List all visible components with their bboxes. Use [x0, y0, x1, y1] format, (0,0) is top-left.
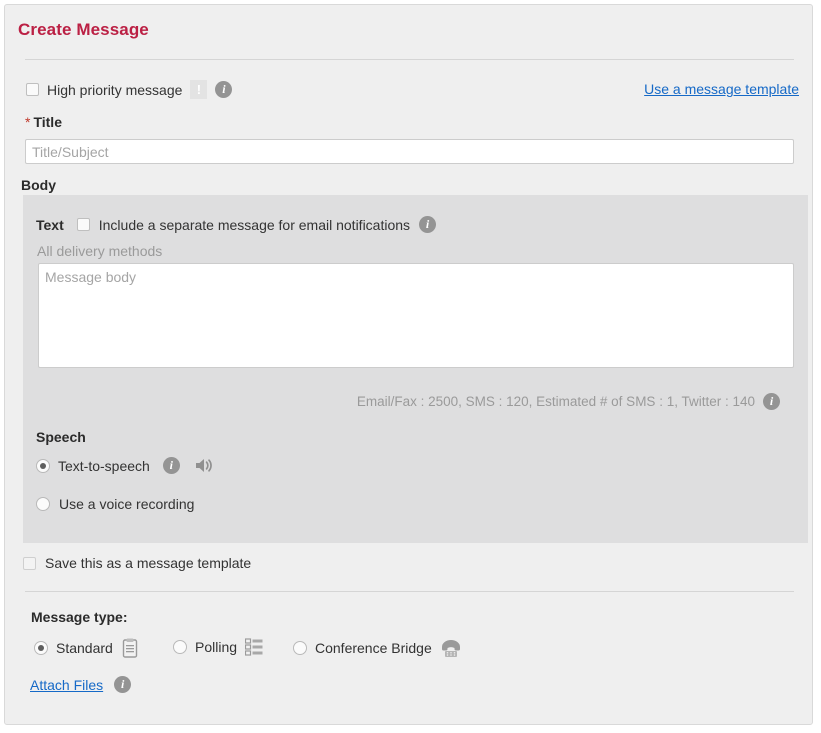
use-message-template-link[interactable]: Use a message template	[644, 81, 799, 97]
page-title: Create Message	[18, 20, 149, 39]
exclamation-icon: !	[190, 80, 208, 99]
message-type-label-row: Message type:	[31, 609, 127, 625]
attach-files-row: Attach Files i	[30, 676, 132, 693]
section-divider	[25, 591, 794, 592]
character-counter: Email/Fax : 2500, SMS : 120, Estimated #…	[357, 393, 780, 410]
speech-option-text-to-speech[interactable]: Text-to-speech i	[36, 457, 213, 474]
standard-radio[interactable]	[34, 641, 48, 655]
required-asterisk: *	[25, 114, 31, 130]
body-label: Body	[21, 177, 56, 193]
email-notification-checkbox[interactable]	[76, 218, 90, 231]
save-template-label[interactable]: Save this as a message template	[45, 555, 251, 571]
use-message-template-row: Use a message template	[644, 81, 799, 97]
create-message-panel: Create Message High priority message ! i…	[4, 4, 813, 725]
text-to-speech-radio[interactable]	[36, 458, 50, 473]
speech-label: Speech	[36, 429, 86, 445]
attach-files-link[interactable]: Attach Files	[30, 677, 103, 693]
title-label: Title	[33, 114, 62, 130]
telephone-icon	[440, 638, 462, 658]
message-type-option-standard[interactable]: Standard	[34, 638, 139, 658]
title-label-row: * Title	[25, 114, 62, 130]
message-type-option-polling[interactable]: Polling	[173, 638, 263, 656]
standard-label[interactable]: Standard	[56, 640, 113, 656]
info-icon[interactable]: i	[162, 457, 180, 474]
voice-recording-label[interactable]: Use a voice recording	[59, 496, 194, 512]
high-priority-checkbox[interactable]	[26, 83, 39, 96]
high-priority-label[interactable]: High priority message	[47, 82, 182, 98]
conference-bridge-radio[interactable]	[293, 641, 307, 655]
save-template-checkbox[interactable]	[23, 556, 36, 570]
speech-option-voice-recording[interactable]: Use a voice recording	[36, 496, 194, 512]
character-counter-text: Email/Fax : 2500, SMS : 120, Estimated #…	[356, 394, 755, 409]
high-priority-row: High priority message ! i	[26, 80, 233, 99]
delivery-methods-label: All delivery methods	[37, 243, 163, 259]
speaker-icon[interactable]	[194, 457, 213, 474]
save-template-row[interactable]: Save this as a message template	[23, 555, 251, 571]
message-type-label: Message type:	[31, 609, 128, 625]
voice-recording-radio[interactable]	[36, 497, 50, 511]
title-input[interactable]	[25, 139, 794, 164]
clipboard-icon	[121, 638, 139, 658]
polling-radio[interactable]	[173, 640, 187, 654]
info-icon[interactable]: i	[763, 393, 780, 410]
info-icon[interactable]: i	[114, 676, 132, 693]
message-type-option-conference-bridge[interactable]: Conference Bridge	[293, 638, 462, 658]
info-icon[interactable]: i	[215, 81, 233, 98]
conference-bridge-label[interactable]: Conference Bridge	[315, 640, 432, 656]
list-icon	[244, 638, 263, 656]
text-row: Text Include a separate message for emai…	[36, 216, 437, 233]
polling-label[interactable]: Polling	[195, 639, 237, 655]
speech-label-row: Speech	[36, 429, 86, 445]
header-divider	[25, 59, 794, 60]
text-label: Text	[36, 216, 64, 233]
text-to-speech-label[interactable]: Text-to-speech	[58, 458, 150, 474]
info-icon[interactable]: i	[419, 216, 437, 233]
delivery-methods-row: All delivery methods	[37, 243, 162, 259]
email-notification-label[interactable]: Include a separate message for email not…	[99, 217, 410, 233]
body-label-row: Body	[21, 177, 56, 193]
message-body-textarea[interactable]	[38, 263, 794, 368]
